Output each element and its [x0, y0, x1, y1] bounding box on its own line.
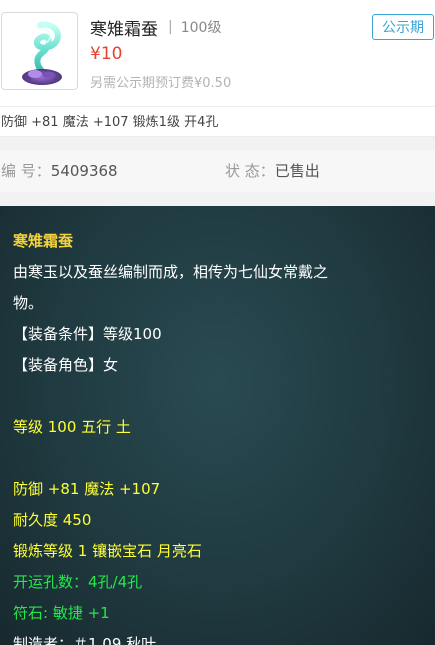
desc-equip-condition: 【装备条件】等级100 — [13, 325, 162, 343]
serial-number-label: 编 号： — [1, 162, 51, 180]
desc-durability: 耐久度 450 — [13, 511, 92, 529]
desc-equip-role: 【装备角色】女 — [13, 356, 119, 374]
desc-intro-line: 由寒玉以及蚕丝编制而成，相传为七仙女常戴之 — [13, 263, 329, 281]
section-divider — [0, 137, 435, 150]
status-value: 已售出 — [274, 162, 320, 180]
desc-maker: 制造者：＃1.09.秋叶 — [13, 635, 157, 645]
title-separator: | — [168, 19, 173, 35]
item-header: 寒雉霜蚕 | 100级 公示期 ¥10 另需公示期预订费¥0.50 — [0, 0, 435, 100]
id-status-row: 编 号：5409368 状 态：已售出 — [0, 150, 435, 192]
item-price: ¥10 — [90, 44, 123, 64]
desc-title: 寒雉霜蚕 — [13, 232, 74, 250]
desc-rune: 符石: 敏捷 +1 — [13, 604, 110, 622]
status-label: 状 态： — [225, 162, 275, 180]
desc-stats: 防御 +81 魔法 +107 — [13, 480, 161, 498]
reservation-fee-note: 另需公示期预订费¥0.50 — [90, 76, 232, 91]
item-description-panel: 寒雉霜蚕 由寒玉以及蚕丝编制而成，相传为七仙女常戴之 物。 【装备条件】等级10… — [0, 206, 435, 645]
desc-level-element: 等级 100 五行 土 — [13, 418, 131, 436]
serial-number-field: 编 号：5409368 — [1, 150, 118, 192]
item-level: 100级 — [180, 20, 222, 36]
section-divider — [0, 192, 435, 206]
desc-holes: 开运孔数：4孔/4孔 — [13, 573, 143, 591]
attribute-summary: 防御 +81 魔法 +107 锻炼1级 开4孔 — [0, 106, 435, 137]
item-name: 寒雉霜蚕 — [90, 19, 158, 40]
desc-forge: 锻炼等级 1 镶嵌宝石 月亮石 — [13, 542, 202, 560]
publicity-period-badge[interactable]: 公示期 — [372, 14, 434, 40]
silkworm-item-icon[interactable] — [1, 12, 78, 90]
serial-number-value: 5409368 — [50, 162, 118, 180]
item-title-row: 寒雉霜蚕 | 100级 — [90, 15, 222, 40]
desc-spacer — [13, 443, 422, 474]
status-field: 状 态：已售出 — [225, 150, 320, 192]
desc-spacer — [13, 381, 422, 412]
desc-intro-line: 物。 — [13, 294, 44, 312]
